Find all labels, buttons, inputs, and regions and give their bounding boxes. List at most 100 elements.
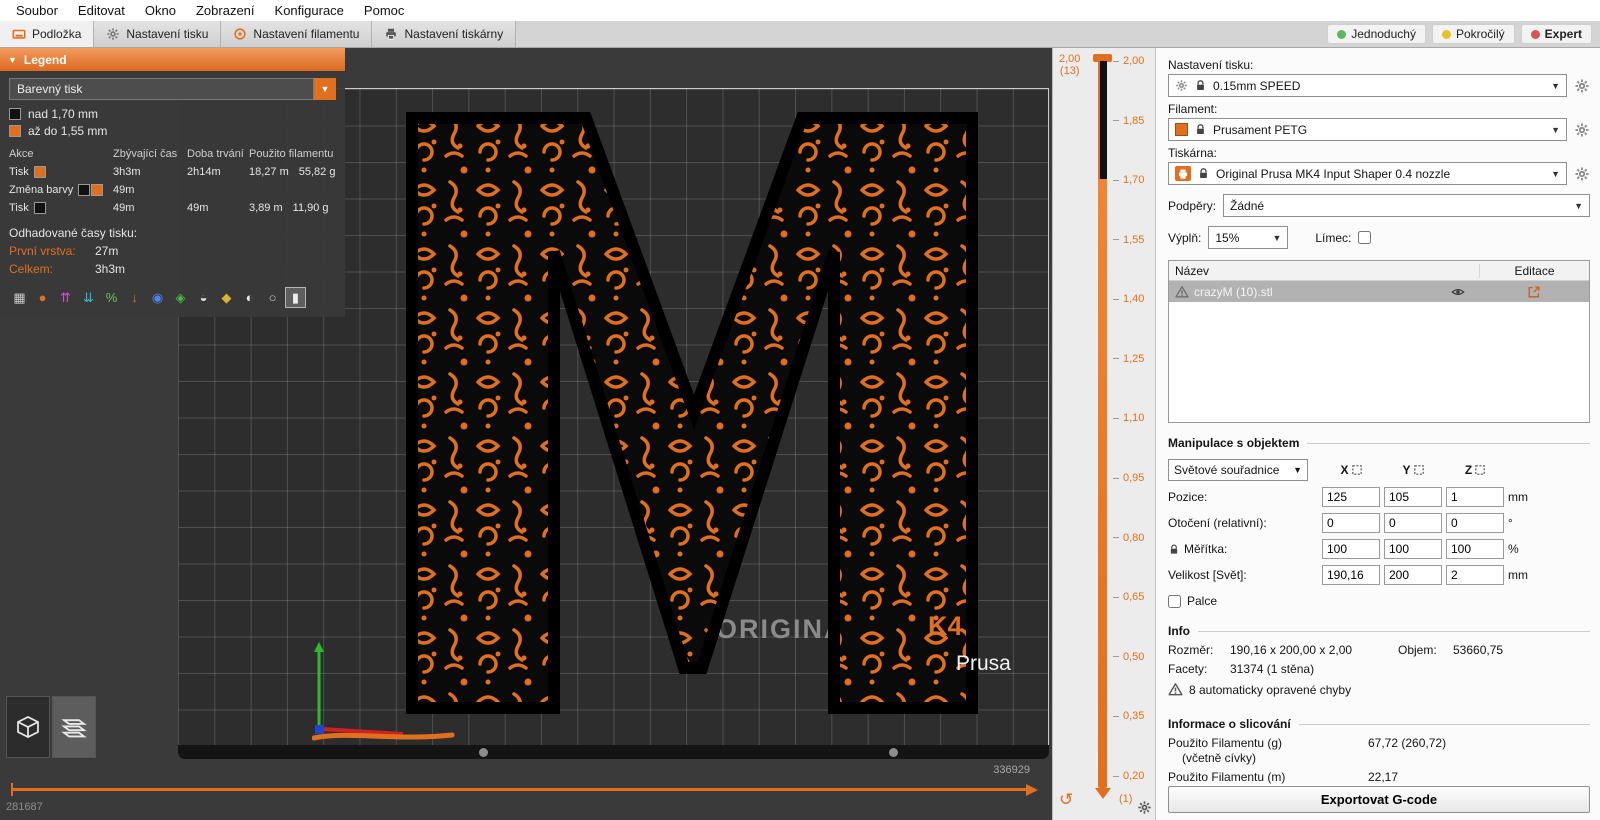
rotation-x-input[interactable]: [1322, 513, 1380, 533]
moves-slider[interactable]: [12, 788, 1026, 791]
volume-label: Objem:: [1398, 643, 1437, 657]
feature-type-icon[interactable]: ▦: [9, 287, 30, 308]
filament-gear-icon[interactable]: [1574, 122, 1590, 138]
moves-slider-handle[interactable]: [1026, 783, 1038, 796]
scale-y-input[interactable]: [1384, 539, 1442, 559]
menu-file[interactable]: Soubor: [6, 1, 68, 20]
position-y-input[interactable]: [1384, 487, 1442, 507]
speed-icon[interactable]: %: [101, 287, 122, 308]
brim-checkbox[interactable]: [1358, 231, 1372, 244]
menu-configuration[interactable]: Konfigurace: [265, 1, 354, 20]
mode-simple-button[interactable]: Jednoduchý: [1327, 24, 1426, 44]
object-row[interactable]: crazyM (10).stl: [1169, 281, 1589, 302]
facets-label: Facety:: [1168, 662, 1208, 676]
sphere-icon[interactable]: ○: [262, 287, 283, 308]
menu-help[interactable]: Pomoc: [354, 1, 414, 20]
supports-label: Podpěry:: [1168, 198, 1217, 213]
color-print-icon[interactable]: ▮: [285, 287, 306, 308]
printer-select[interactable]: Original Prusa MK4 Input Shaper 0.4 nozz…: [1168, 162, 1567, 185]
size-y-input[interactable]: [1384, 565, 1442, 585]
shells-icon[interactable]: ◐: [239, 287, 260, 308]
tick-label: 1,40: [1113, 293, 1144, 305]
filament-icon[interactable]: ●: [32, 287, 53, 308]
mode-advanced-button[interactable]: Pokročilý: [1431, 24, 1515, 44]
printer-label: Tiskárna:: [1168, 146, 1217, 160]
total-time-value: 3h3m: [95, 262, 126, 276]
warning-text: 8 automaticky opravené chyby: [1189, 682, 1352, 697]
filament-used-g-label: Použito Filamentu (g): [1168, 736, 1283, 750]
filament-select[interactable]: Prusament PETG ▼: [1168, 118, 1567, 141]
tool-icon[interactable]: ◆: [216, 287, 237, 308]
menu-window[interactable]: Okno: [135, 1, 186, 20]
model-object-m[interactable]: [406, 112, 978, 714]
unit-label: mm: [1508, 490, 1528, 504]
menu-view[interactable]: Zobrazení: [186, 1, 265, 20]
remaining-value: 49m: [113, 202, 135, 214]
tab-plater-label: Podložka: [32, 27, 82, 41]
view-type-select[interactable]: Barevný tisk ▼: [9, 78, 336, 100]
lock-icon[interactable]: [1168, 543, 1180, 556]
tab-print-settings[interactable]: Nastavení tisku: [94, 21, 222, 47]
inches-checkbox[interactable]: [1168, 594, 1181, 608]
color-swatch[interactable]: [33, 166, 46, 178]
menu-edit[interactable]: Editovat: [68, 1, 135, 20]
export-gcode-button[interactable]: Exportovat G-code: [1168, 786, 1590, 813]
current-layer: (13): [1059, 65, 1080, 77]
coord-system-select[interactable]: Světové souřadnice ▼: [1168, 459, 1308, 481]
unit-label: mm: [1508, 568, 1528, 582]
scale-x-input[interactable]: [1322, 539, 1380, 559]
color-swatch[interactable]: [91, 184, 104, 196]
color-swatch[interactable]: [33, 202, 46, 214]
bed-screw-icon: [889, 748, 898, 757]
time-icon[interactable]: ◒: [193, 287, 214, 308]
position-z-input[interactable]: [1446, 487, 1504, 507]
brim-label: Límec:: [1315, 230, 1352, 245]
unit-label: %: [1508, 542, 1519, 556]
view-type-dropdown-button[interactable]: ▼: [314, 78, 336, 100]
layer-slider-lower-handle[interactable]: [1094, 788, 1111, 799]
print-settings-gear-icon[interactable]: [1574, 78, 1590, 94]
height-icon[interactable]: ⇈: [55, 287, 76, 308]
size-z-input[interactable]: [1446, 565, 1504, 585]
supports-select[interactable]: Žádné ▼: [1223, 194, 1590, 217]
scale-z-input[interactable]: [1446, 539, 1504, 559]
color-swatch[interactable]: [78, 184, 91, 196]
tick-label: 1,70: [1113, 174, 1144, 186]
mode-expert-button[interactable]: Expert: [1520, 24, 1592, 44]
tab-plater[interactable]: Podložka: [0, 21, 95, 47]
mode-expert-dot-icon: [1530, 29, 1540, 39]
filament-used-g-value: 67,72 (260,72): [1368, 736, 1447, 750]
flow-icon[interactable]: ◈: [170, 287, 191, 308]
tick-label: 1,85: [1113, 115, 1144, 127]
width-icon[interactable]: ⇊: [78, 287, 99, 308]
axis-frame-icon: [1352, 465, 1362, 475]
tab-printer-settings[interactable]: Nastavení tiskárny: [372, 21, 517, 47]
position-label: Pozice:: [1168, 490, 1208, 504]
bed-screw-icon: [479, 748, 488, 757]
view-3d-button[interactable]: [6, 696, 50, 758]
purge-line: [312, 732, 455, 741]
rotation-y-input[interactable]: [1384, 513, 1442, 533]
supports-value: Žádné: [1230, 198, 1265, 213]
temperature-icon[interactable]: ◉: [147, 287, 168, 308]
size-x-input[interactable]: [1322, 565, 1380, 585]
rotation-z-input[interactable]: [1446, 513, 1504, 533]
position-x-input[interactable]: [1322, 487, 1380, 507]
tab-filament-settings[interactable]: Nastavení filamentu: [221, 21, 373, 47]
infill-select[interactable]: 15% ▼: [1208, 226, 1289, 249]
legend-header[interactable]: ▼ Legend: [0, 48, 345, 71]
view-preview-button[interactable]: [52, 696, 96, 758]
tick-label: 0,80: [1113, 532, 1144, 544]
undo-icon[interactable]: ↺: [1059, 790, 1073, 810]
edit-object-icon[interactable]: [1479, 285, 1589, 299]
printer-icon: [384, 27, 398, 41]
print-settings-select[interactable]: 0.15mm SPEED ▼: [1168, 74, 1567, 97]
info-facets-row: Facety: 31374 (1 stěna): [1168, 662, 1590, 676]
viewport-3d[interactable]: ORIGINAL K4 Prusa 336929 281687 ▼ Legend…: [0, 48, 1052, 820]
mode-simple-dot-icon: [1337, 29, 1347, 39]
fan-speed-icon[interactable]: ↓: [124, 287, 145, 308]
slider-settings-gear-icon[interactable]: [1137, 800, 1152, 818]
filament-color-swatch: [1175, 123, 1188, 136]
eye-icon[interactable]: [1451, 285, 1465, 299]
printer-gear-icon[interactable]: [1574, 166, 1590, 182]
